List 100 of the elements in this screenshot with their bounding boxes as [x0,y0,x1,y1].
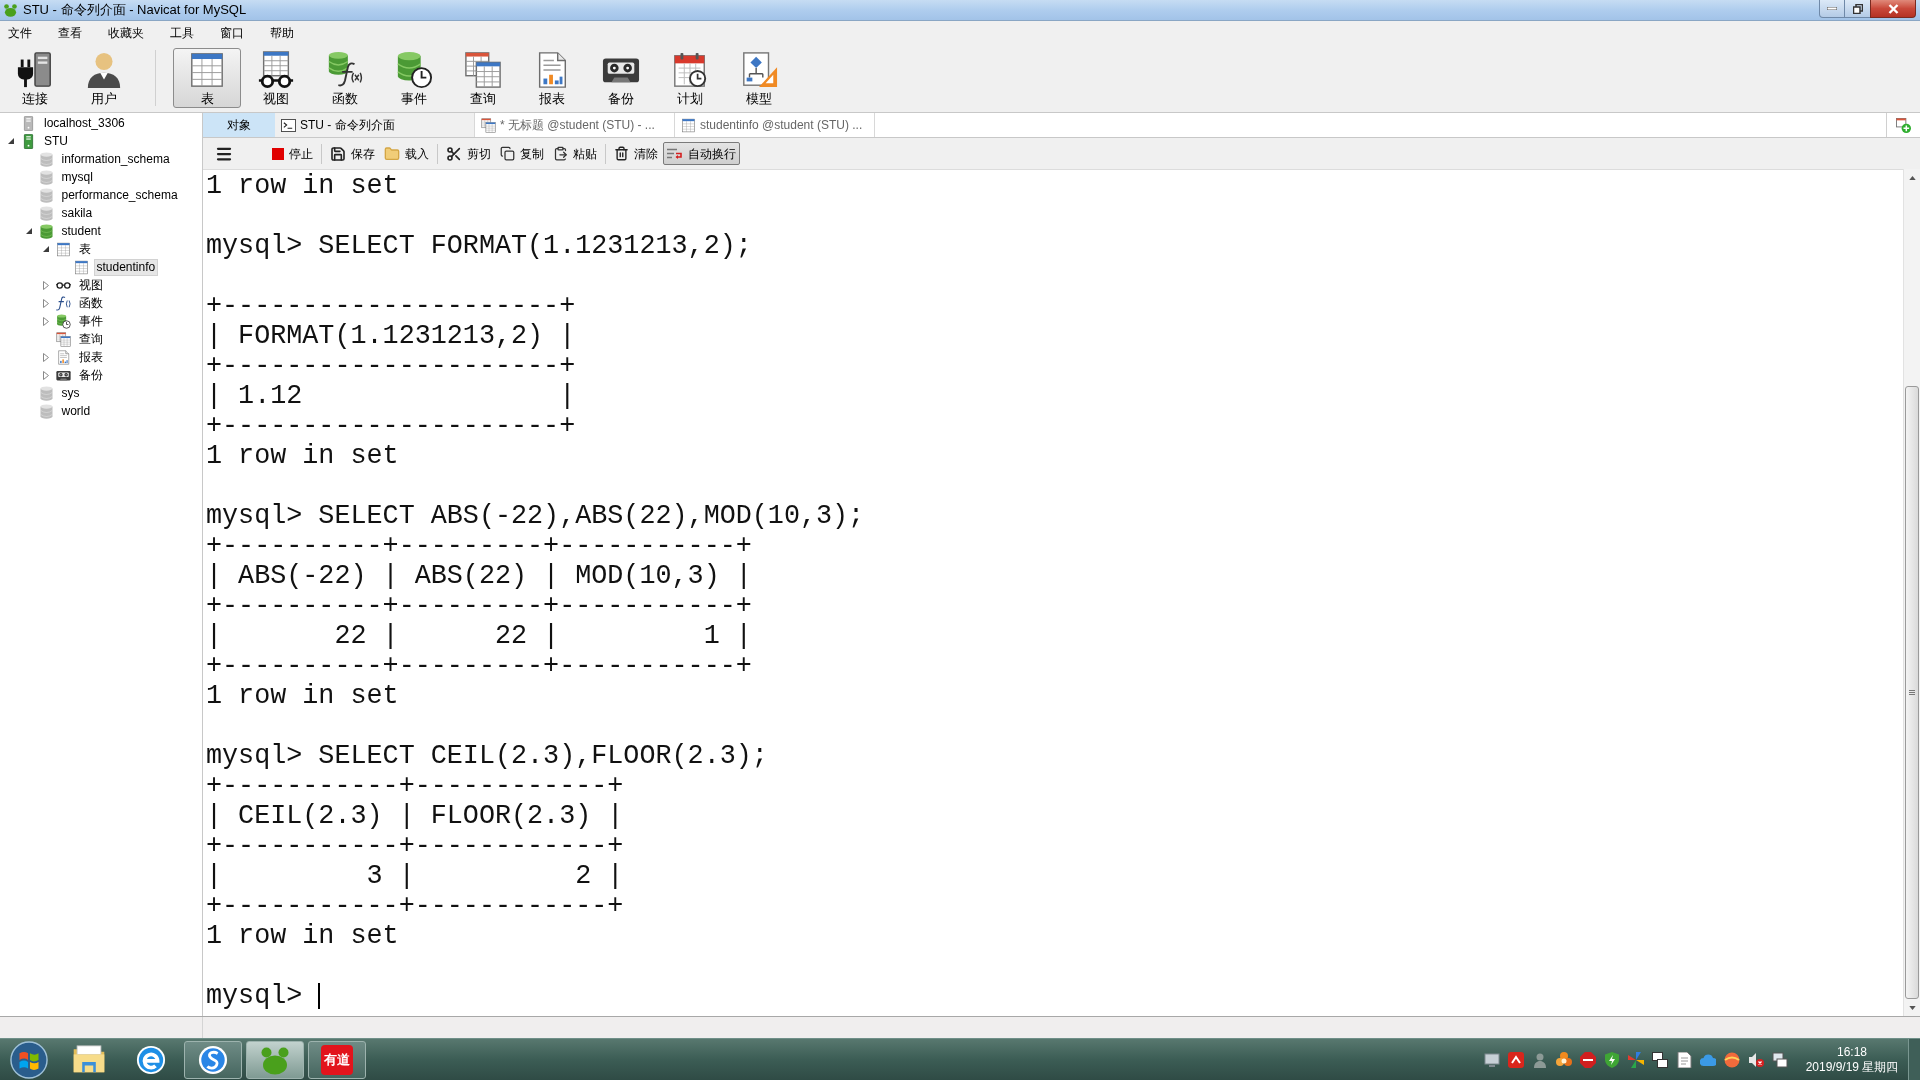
flower-icon[interactable] [1556,1051,1572,1068]
toolbar-button[interactable]: 备份 [587,48,655,108]
document-icon[interactable] [1676,1051,1692,1068]
taskbar-button[interactable]: 有道 [308,1040,366,1079]
console-line: +----------+---------+-----------+ [206,591,752,621]
tree-item[interactable]: information_schema [58,150,173,168]
clock-date[interactable]: 2019/9/19 星期四 [1805,1059,1899,1075]
menu-item[interactable]: 文件 [5,23,35,42]
expand-arrow-icon[interactable] [43,370,49,380]
close-button[interactable] [1870,0,1916,18]
menu-item[interactable]: 收藏夹 [105,23,147,42]
clipboard-icon [553,146,568,161]
tab[interactable]: 对象 [203,113,275,137]
console-line: +----------+---------+-----------+ [206,531,752,561]
text-cursor-icon [318,983,321,1009]
console-line: +-----------+------------+ [206,891,624,921]
tree-item[interactable]: 事件 [76,312,106,330]
collapse-arrow-icon[interactable] [8,138,14,144]
pinwheel-icon[interactable] [1628,1051,1644,1068]
toolbar-button[interactable]: 用户 [70,48,138,108]
scroll-down-arrow-icon[interactable] [1908,1005,1916,1010]
toolbar-button[interactable]: 载入 [380,142,433,165]
tree-item[interactable]: 报表 [76,348,106,366]
tree-item[interactable]: 备份 [76,366,106,384]
scrollbar[interactable] [1903,169,1920,1016]
calendar-clock-icon [671,50,709,89]
close-icon [1887,3,1899,14]
toolbar-button[interactable]: 查询 [449,48,517,108]
function-icon [56,295,71,311]
toolbar-button[interactable]: 模型 [725,48,793,108]
tree-item[interactable]: 查询 [76,330,106,348]
user-icon [85,50,123,89]
tree-item[interactable]: sys [58,384,83,402]
toolbar-button[interactable]: 复制 [496,142,548,165]
tree-item[interactable]: 视图 [76,276,106,294]
folder-icon [72,1045,106,1074]
table-plus-icon[interactable] [1896,117,1911,133]
taskbar-button[interactable] [184,1040,242,1079]
toolbar-button[interactable]: 视图 [242,48,310,108]
shield-icon[interactable] [1604,1051,1620,1068]
minimize-icon [1827,7,1837,10]
collapse-arrow-icon[interactable] [25,228,32,234]
menu-item[interactable]: 帮助 [267,23,297,42]
tree-item[interactable]: world [58,402,94,420]
toolbar-button[interactable]: 自动换行 [663,142,740,165]
toolbar-button[interactable]: 清除 [610,142,662,165]
network-icon[interactable] [1772,1051,1788,1068]
window-title: STU - 命令列介面 - Navicat for MySQL [23,1,247,18]
toolbar-button[interactable]: 表 [173,48,241,108]
speaker-muted-icon[interactable] [1748,1051,1764,1068]
console-line: +---------------------+ [206,291,576,321]
toolbar-button[interactable]: 报表 [518,48,586,108]
person-icon[interactable] [1532,1051,1548,1068]
toolbar-button[interactable]: 剪切 [442,142,495,165]
database-function-icon [326,50,364,89]
app-tile-icon[interactable] [1508,1051,1524,1068]
scroll-up-arrow-icon[interactable] [1908,175,1916,180]
diagram-icon [740,50,778,89]
toolbar-button[interactable]: 函数 [311,48,379,108]
menu-item[interactable]: 工具 [167,23,197,42]
tree-item[interactable]: mysql [58,168,96,186]
stacked-windows-icon[interactable] [1652,1051,1668,1068]
console-line: 1 row in set [206,681,399,711]
tree-item[interactable]: student [58,222,104,240]
expand-arrow-icon[interactable] [43,298,49,308]
toolbar-button[interactable]: 事件 [380,48,448,108]
stop-icon [272,147,284,160]
stop-sign-icon[interactable] [1580,1051,1596,1068]
console-line: mysql> SELECT FORMAT(1.1231213,2); [206,231,752,261]
plug-server-icon [16,50,54,89]
tree-item[interactable]: sakila [58,204,96,222]
clock-time[interactable]: 16:18 [1837,1044,1867,1060]
menu-item[interactable]: 查看 [55,23,85,42]
tree-item[interactable]: studentinfo [93,258,159,276]
expand-arrow-icon[interactable] [43,352,49,362]
toolbar-button[interactable]: 连接 [1,48,69,108]
tree-item[interactable]: 表 [76,240,94,258]
restore-button[interactable] [1845,0,1870,18]
toolbar-button[interactable]: 计划 [656,48,724,108]
terminal-icon [281,118,296,132]
expand-arrow-icon[interactable] [43,316,49,326]
console-line: | 1.12 | [206,381,576,411]
table-glasses-icon [257,50,295,89]
toolbar-button[interactable]: 停止 [268,142,317,165]
text-wrap-icon [667,147,683,160]
collapse-arrow-icon[interactable] [43,246,49,252]
tree-item[interactable]: STU [41,132,71,150]
toolbar-button[interactable]: 粘贴 [549,142,601,165]
tab[interactable]: STU - 命令列介面 [275,113,475,137]
monitor-icon[interactable] [1484,1051,1500,1068]
tree-item[interactable]: performance_schema [58,186,181,204]
menu-item[interactable]: 窗口 [217,23,247,42]
start-orb-icon [10,1040,48,1079]
tables-icon [481,117,496,133]
scrollbar-thumb[interactable] [1905,386,1919,999]
tree-item[interactable]: 函数 [76,294,106,312]
ball-icon[interactable] [1724,1051,1740,1068]
expand-arrow-icon[interactable] [43,280,49,290]
toolbar-button[interactable]: 保存 [326,142,379,165]
tree-item[interactable]: localhost_3306 [41,114,128,132]
